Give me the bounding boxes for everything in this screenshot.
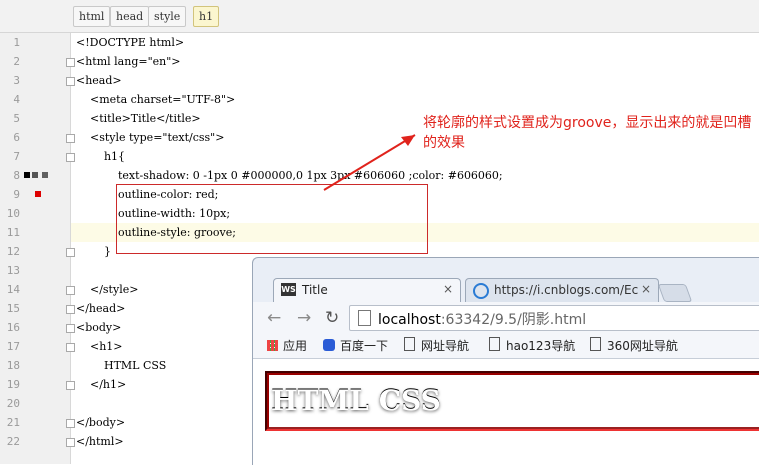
demo-heading: HTML CSS: [271, 384, 441, 417]
bookmark-apps[interactable]: 应用: [267, 337, 307, 354]
tab-cnblogs[interactable]: https://i.cnblogs.com/Ec ×: [465, 278, 659, 303]
page-icon: [358, 310, 371, 326]
page-icon: [489, 337, 500, 351]
demo-heading-box: HTML CSS: [265, 371, 759, 431]
tab-title[interactable]: WS Title ×: [273, 278, 461, 303]
close-icon[interactable]: ×: [641, 282, 651, 296]
ws-favicon-icon: WS: [281, 283, 296, 296]
bookmark-baidu[interactable]: 百度一下: [323, 337, 388, 354]
apps-grid-icon: [267, 340, 278, 351]
browser-window: WS Title × https://i.cnblogs.com/Ec × ← …: [252, 257, 759, 465]
annotation-text: 将轮廓的样式设置成为groove，显示出来的就是凹槽的效果: [423, 115, 752, 151]
back-arrow-icon[interactable]: ←: [267, 308, 281, 328]
page-icon: [590, 337, 601, 351]
browser-toolbar: ← → ↻ localhost:63342/9.5/阴影.html: [253, 302, 759, 332]
address-bar[interactable]: localhost:63342/9.5/阴影.html: [349, 305, 759, 331]
new-tab-button[interactable]: [657, 284, 693, 302]
bookmark-360[interactable]: 360网址导航: [590, 337, 678, 354]
page-content: HTML CSS: [253, 359, 759, 465]
baidu-paw-icon: [323, 339, 335, 351]
bookmark-wangzhi[interactable]: 网址导航: [404, 337, 469, 354]
tab-label: Title: [302, 283, 328, 297]
page-icon: [404, 337, 415, 351]
url-host: localhost: [378, 312, 441, 328]
forward-arrow-icon[interactable]: →: [297, 308, 311, 328]
tab-label: https://i.cnblogs.com/Ec: [494, 283, 639, 297]
bookmarks-bar: 应用 百度一下 网址导航 hao123导航 360网址导航: [253, 332, 759, 359]
bookmark-hao123[interactable]: hao123导航: [489, 337, 575, 354]
reload-icon[interactable]: ↻: [325, 308, 339, 328]
url-path: :63342/9.5/阴影.html: [440, 312, 587, 328]
close-icon[interactable]: ×: [443, 282, 453, 296]
globe-icon: [473, 283, 489, 299]
